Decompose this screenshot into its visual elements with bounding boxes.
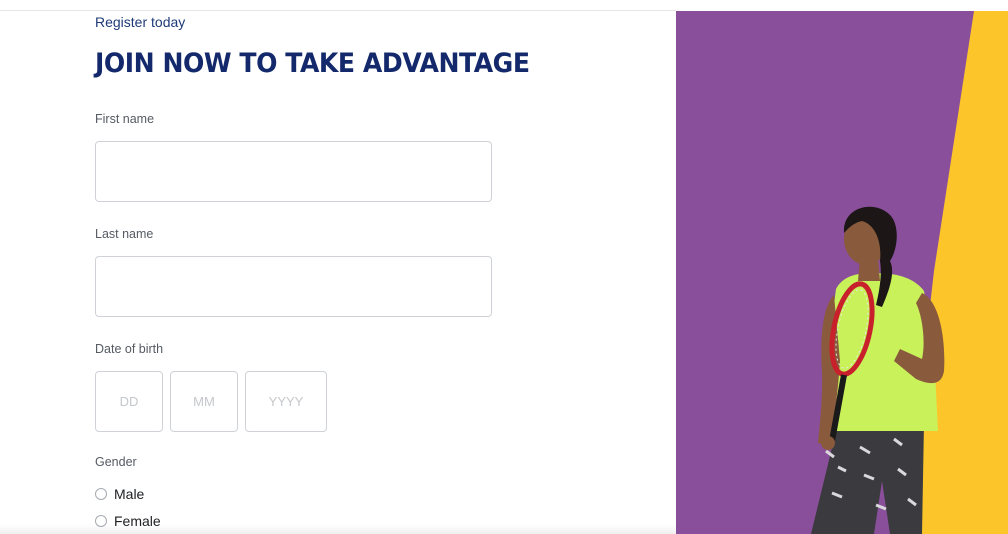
first-name-label: First name (95, 112, 155, 126)
gender-label: Gender (95, 455, 137, 469)
hero-illustration (676, 11, 1008, 534)
registration-page: Register today JOIN NOW TO TAKE ADVANTAG… (0, 0, 1008, 534)
gender-option-male[interactable]: Male (95, 485, 144, 503)
last-name-label: Last name (95, 227, 154, 241)
page-title: JOIN NOW TO TAKE ADVANTAGE (95, 48, 530, 79)
bottom-fade (0, 524, 676, 534)
register-today-text: Register today (95, 14, 186, 30)
first-name-input[interactable] (95, 141, 492, 202)
dob-day-input[interactable] (95, 371, 163, 432)
male-radio[interactable] (95, 488, 107, 500)
male-radio-label: Male (114, 486, 145, 502)
hero-image (676, 11, 1008, 534)
dob-month-input[interactable] (170, 371, 238, 432)
top-divider (0, 10, 676, 11)
dob-year-input[interactable] (245, 371, 327, 432)
date-of-birth-label: Date of birth (95, 342, 164, 356)
last-name-input[interactable] (95, 256, 492, 317)
